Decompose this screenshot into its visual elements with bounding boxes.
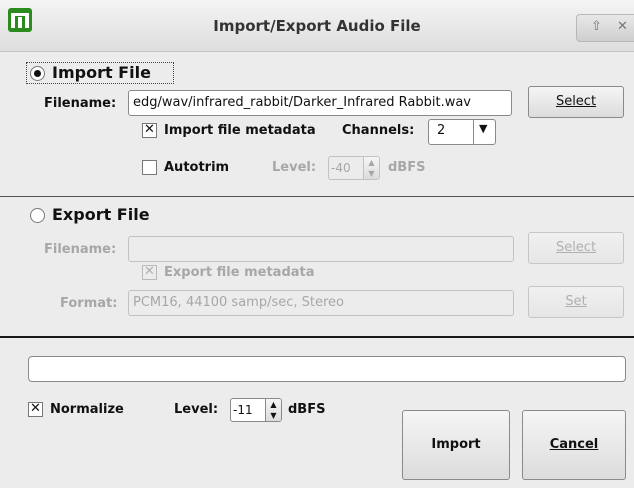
autotrim-level-value: -40	[331, 161, 351, 175]
autotrim-level-label: Level:	[272, 160, 317, 175]
channels-value: 2	[437, 123, 446, 138]
arrow-up-icon: ▲	[368, 158, 375, 167]
autotrim-level-spinner: -40 ▲ ▼	[328, 156, 380, 180]
title-bar: Import/Export Audio File ⇧ ✕	[0, 0, 634, 52]
normalize-level-unit: dBFS	[288, 402, 326, 417]
format-set-button: Set	[528, 286, 624, 318]
import-metadata-label: Import file metadata	[164, 123, 316, 138]
export-metadata-checkbox: ✕	[142, 265, 157, 280]
close-icon[interactable]: ✕	[617, 19, 628, 34]
cancel-label: Cancel	[549, 437, 599, 452]
export-select-button: Select	[528, 232, 624, 264]
arrow-down-icon: ▼	[368, 169, 375, 178]
format-label: Format:	[60, 296, 118, 311]
export-filename-input	[128, 236, 514, 262]
cancel-button[interactable]: Cancel	[522, 410, 626, 480]
import-filename-label: Filename:	[44, 96, 117, 111]
import-file-label[interactable]: Import File	[52, 62, 151, 84]
section-divider	[0, 196, 634, 197]
autotrim-spin-buttons: ▲ ▼	[363, 157, 379, 179]
normalize-level-spinner[interactable]: -11 ▲ ▼	[230, 398, 282, 422]
window-controls[interactable]: ⇧ ✕	[576, 14, 634, 42]
export-select-label: Select	[555, 240, 597, 255]
autotrim-level-unit: dBFS	[388, 160, 426, 175]
progress-bar	[28, 356, 626, 382]
main-divider	[0, 336, 634, 338]
import-select-button[interactable]: Select	[528, 86, 624, 118]
format-field: PCM16, 44100 samp/sec, Stereo	[128, 290, 514, 316]
chevron-down-icon[interactable]: ▼	[479, 122, 487, 135]
normalize-level-value: -11	[233, 403, 253, 417]
format-set-label: Set	[565, 294, 587, 309]
shade-icon[interactable]: ⇧	[591, 19, 602, 34]
autotrim-label: Autotrim	[164, 160, 230, 175]
channels-label: Channels:	[342, 123, 415, 138]
normalize-label: Normalize	[50, 402, 124, 417]
export-metadata-label: Export file metadata	[164, 265, 315, 280]
import-select-label: Select	[555, 94, 597, 109]
import-radio[interactable]	[30, 66, 45, 81]
export-radio[interactable]	[30, 208, 45, 223]
import-button[interactable]: Import	[402, 410, 510, 480]
autotrim-checkbox[interactable]	[142, 160, 157, 175]
export-filename-label: Filename:	[44, 242, 117, 257]
normalize-checkbox[interactable]: ✕	[28, 402, 43, 417]
channels-divider	[473, 120, 474, 144]
import-metadata-checkbox[interactable]: ✕	[142, 123, 157, 138]
window-title: Import/Export Audio File	[213, 17, 421, 35]
channels-select[interactable]: 2 ▼	[428, 119, 496, 145]
import-filename-input[interactable]: edg/wav/infrared_rabbit/Darker_Infrared …	[128, 90, 512, 116]
export-file-label[interactable]: Export File	[52, 204, 150, 226]
arrow-up-icon[interactable]: ▲	[266, 399, 281, 410]
normalize-level-label: Level:	[174, 402, 219, 417]
normalize-spin-buttons[interactable]: ▲ ▼	[265, 399, 281, 421]
arrow-down-icon[interactable]: ▼	[266, 410, 281, 421]
